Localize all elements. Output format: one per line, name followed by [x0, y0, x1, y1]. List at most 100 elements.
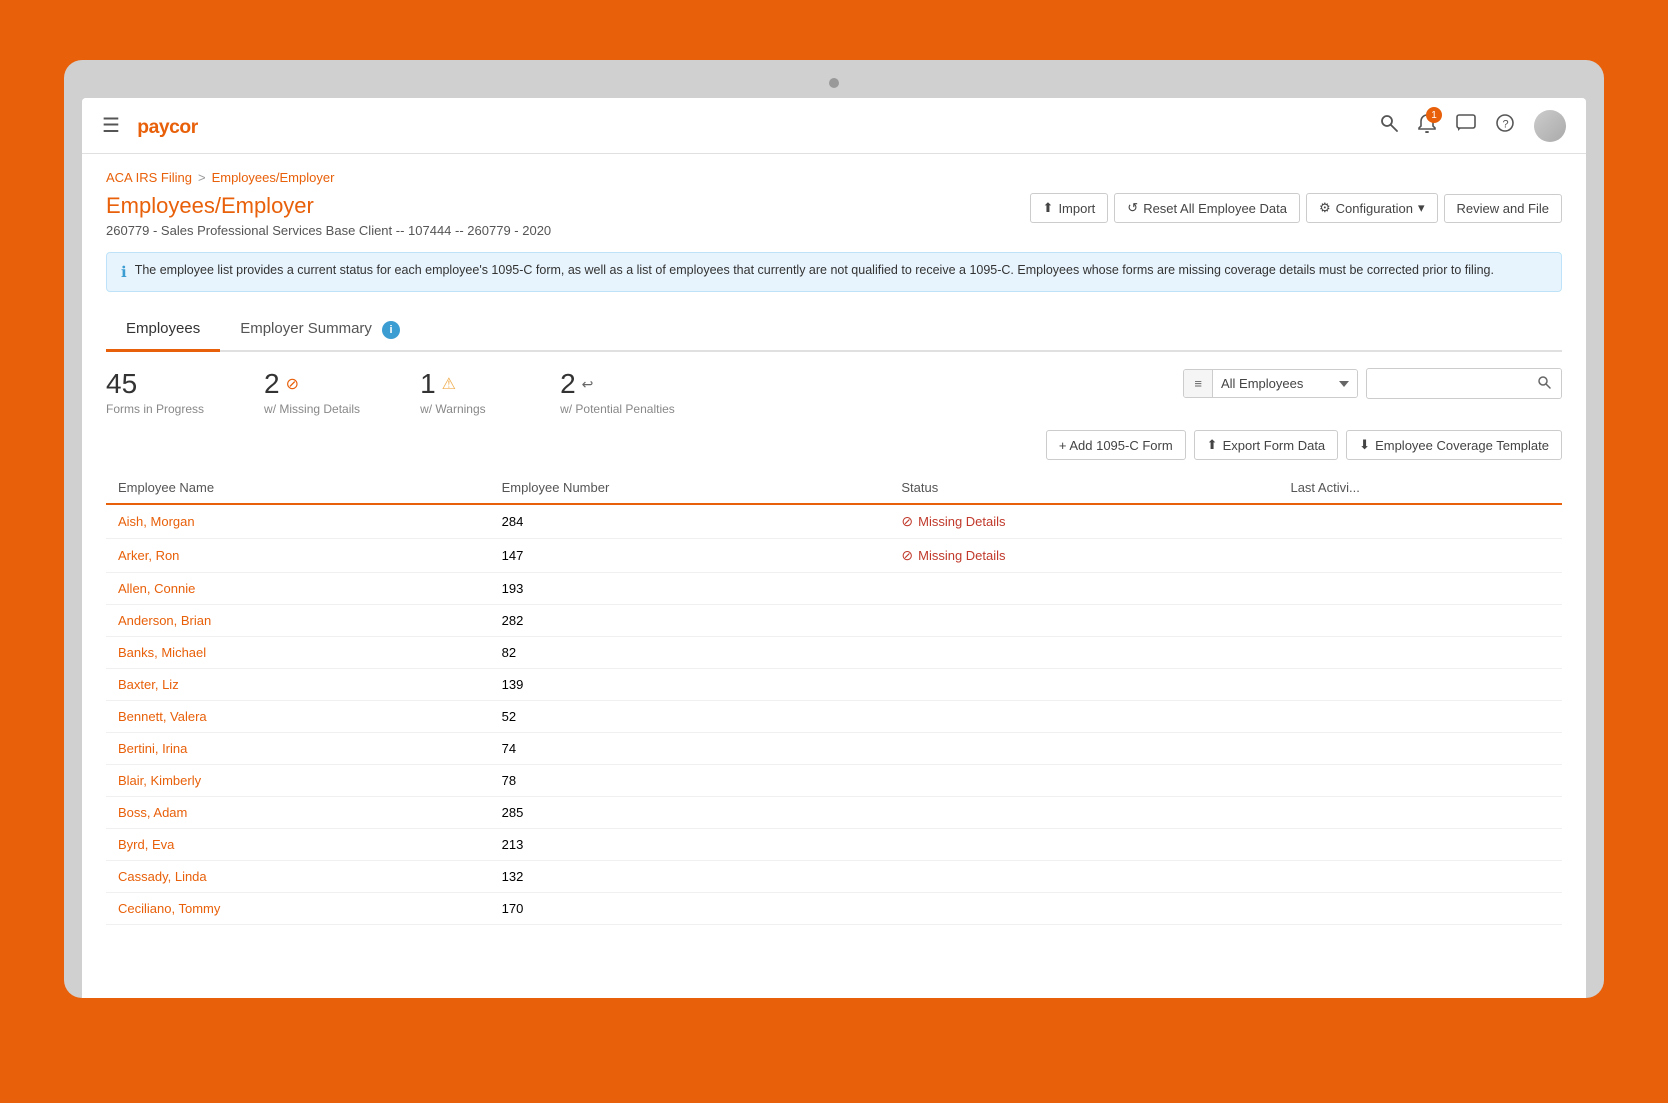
warnings-icon: ⚠: [442, 374, 456, 394]
breadcrumb-current: Employees/Employer: [212, 170, 335, 185]
main-content: ACA IRS Filing > Employees/Employer Empl…: [82, 154, 1586, 941]
hamburger-menu[interactable]: ☰: [102, 113, 120, 138]
missing-details-status-icon: ⊘: [901, 547, 913, 564]
filter-select[interactable]: All Employees Missing Details Warnings P…: [1213, 370, 1357, 397]
search-group: [1366, 368, 1562, 399]
employee-number-cell: 132: [490, 861, 890, 893]
employee-last-activity-cell: [1278, 733, 1562, 765]
import-label: Import: [1058, 201, 1095, 216]
employee-name-cell: Bennett, Valera: [106, 701, 490, 733]
employee-status-cell: [889, 573, 1278, 605]
tab-employer-summary[interactable]: Employer Summary i: [220, 310, 420, 352]
col-last-activity: Last Activi...: [1278, 472, 1562, 504]
employee-status-cell: [889, 765, 1278, 797]
employee-number-cell: 213: [490, 829, 890, 861]
table-row: Boss, Adam 285: [106, 797, 1562, 829]
search-icon[interactable]: [1380, 114, 1398, 137]
notification-icon[interactable]: 1: [1418, 113, 1436, 138]
info-icon: ℹ: [121, 263, 127, 281]
employee-name-cell: Bertini, Irina: [106, 733, 490, 765]
page-header: Employees/Employer 260779 - Sales Profes…: [106, 193, 1562, 238]
employee-number-cell: 78: [490, 765, 890, 797]
tabs: Employees Employer Summary i: [106, 310, 1562, 352]
employee-name-cell: Banks, Michael: [106, 637, 490, 669]
chat-icon[interactable]: [1456, 114, 1476, 137]
help-icon[interactable]: ?: [1496, 114, 1514, 137]
employee-last-activity-cell: [1278, 504, 1562, 539]
employee-name-cell: Arker, Ron: [106, 539, 490, 573]
page-title: Employees/Employer: [106, 193, 551, 219]
col-employee-number: Employee Number: [490, 472, 890, 504]
stat-label-missing: w/ Missing Details: [264, 402, 360, 416]
employee-name-link[interactable]: Byrd, Eva: [118, 837, 174, 852]
stat-missing-details: 2 ⊘ w/ Missing Details: [264, 368, 360, 416]
alert-text: The employee list provides a current sta…: [135, 263, 1494, 277]
employee-number-cell: 284: [490, 504, 890, 539]
employee-name-link[interactable]: Anderson, Brian: [118, 613, 211, 628]
stat-label-warnings: w/ Warnings: [420, 402, 500, 416]
employee-name-cell: Aish, Morgan: [106, 504, 490, 539]
import-button[interactable]: ⬆ Import: [1030, 193, 1109, 223]
employee-name-link[interactable]: Boss, Adam: [118, 805, 187, 820]
employee-number-cell: 74: [490, 733, 890, 765]
employee-name-link[interactable]: Cassady, Linda: [118, 869, 207, 884]
employee-name-link[interactable]: Bertini, Irina: [118, 741, 187, 756]
filter-icon[interactable]: ≡: [1184, 370, 1213, 397]
search-button[interactable]: [1527, 369, 1561, 398]
employee-name-link[interactable]: Arker, Ron: [118, 548, 179, 563]
employee-number-cell: 170: [490, 893, 890, 925]
stat-warnings: 1 ⚠ w/ Warnings: [420, 368, 500, 416]
employee-status-cell: [889, 797, 1278, 829]
employee-last-activity-cell: [1278, 669, 1562, 701]
employee-status-cell: [889, 893, 1278, 925]
missing-details-icon: ⊘: [286, 374, 299, 394]
employee-name-link[interactable]: Allen, Connie: [118, 581, 195, 596]
header-actions: ⬆ Import ↺ Reset All Employee Data ⚙ Con…: [1030, 193, 1562, 223]
table-row: Banks, Michael82: [106, 637, 1562, 669]
add-form-button[interactable]: + Add 1095-C Form: [1046, 430, 1186, 460]
employee-status-cell: [889, 669, 1278, 701]
table-row: Cassady, Linda 132: [106, 861, 1562, 893]
reset-label: Reset All Employee Data: [1143, 201, 1287, 216]
tab-employees[interactable]: Employees: [106, 310, 220, 352]
export-form-data-button[interactable]: ⬆ Export Form Data: [1194, 430, 1339, 460]
stat-penalties: 2 ↩ w/ Potential Penalties: [560, 368, 675, 416]
stat-label-penalties: w/ Potential Penalties: [560, 402, 675, 416]
employee-status-cell: [889, 605, 1278, 637]
notification-badge: 1: [1426, 107, 1442, 123]
employee-number-cell: 285: [490, 797, 890, 829]
employee-status-cell: ⊘Missing Details: [889, 539, 1278, 573]
review-label: Review and File: [1457, 201, 1550, 216]
paycor-logo: paycor: [136, 112, 226, 140]
employee-name-link[interactable]: Ceciliano, Tommy: [118, 901, 220, 916]
table-row: Baxter, Liz139: [106, 669, 1562, 701]
employee-last-activity-cell: [1278, 573, 1562, 605]
alert-info: ℹ The employee list provides a current s…: [106, 252, 1562, 292]
config-label: Configuration: [1336, 201, 1413, 216]
page-subtitle: 260779 - Sales Professional Services Bas…: [106, 223, 551, 238]
penalties-icon: ↩: [582, 376, 594, 393]
reset-button[interactable]: ↺ Reset All Employee Data: [1114, 193, 1300, 223]
col-employee-name: Employee Name: [106, 472, 490, 504]
employee-name-cell: Blair, Kimberly: [106, 765, 490, 797]
filter-group: ≡ All Employees Missing Details Warnings…: [1183, 369, 1358, 398]
employee-name-link[interactable]: Aish, Morgan: [118, 514, 195, 529]
export-label: Export Form Data: [1223, 438, 1326, 453]
configuration-button[interactable]: ⚙ Configuration ▾: [1306, 193, 1438, 223]
stat-label-forms: Forms in Progress: [106, 402, 204, 416]
import-icon: ⬆: [1043, 200, 1054, 216]
search-input[interactable]: [1367, 370, 1527, 397]
employee-name-link[interactable]: Blair, Kimberly: [118, 773, 201, 788]
employee-name-link[interactable]: Baxter, Liz: [118, 677, 179, 692]
breadcrumb-parent[interactable]: ACA IRS Filing: [106, 170, 192, 185]
table-row: Bennett, Valera 52: [106, 701, 1562, 733]
employee-coverage-button[interactable]: ⬇ Employee Coverage Template: [1346, 430, 1562, 460]
employee-name-link[interactable]: Banks, Michael: [118, 645, 206, 660]
coverage-icon: ⬇: [1359, 437, 1370, 453]
stats-row: 45 Forms in Progress 2 ⊘ w/ Missing Deta…: [106, 368, 1562, 416]
employee-number-cell: 52: [490, 701, 890, 733]
employee-name-link[interactable]: Bennett, Valera: [118, 709, 207, 724]
table-row: Allen, Connie193: [106, 573, 1562, 605]
avatar[interactable]: [1534, 110, 1566, 142]
review-button[interactable]: Review and File: [1444, 194, 1563, 223]
